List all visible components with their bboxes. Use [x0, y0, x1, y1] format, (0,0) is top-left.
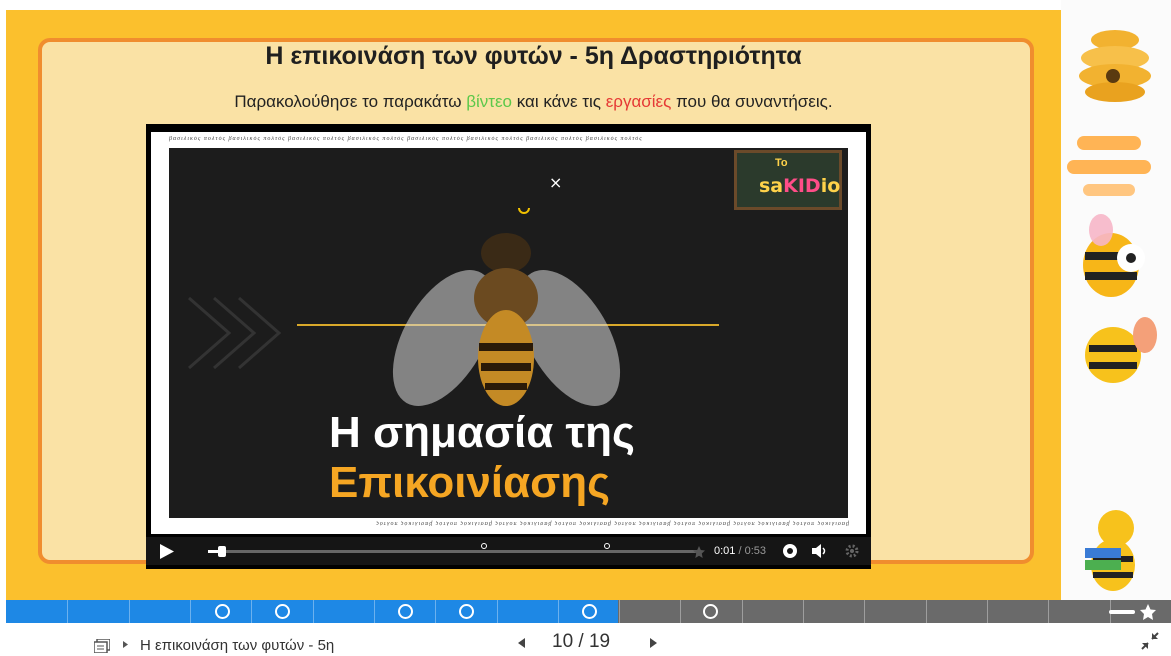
progress-segment-divider [251, 600, 252, 623]
progress-segment-divider [680, 600, 681, 623]
logo-part: io [820, 175, 841, 197]
svg-text:×: × [549, 173, 562, 192]
border-pattern-top: βασιλικός πολτός βασιλικός πολτός βασιλι… [169, 136, 643, 142]
bee-character-icon [1085, 317, 1157, 383]
activity-marker[interactable] [459, 604, 474, 619]
video-frame: βασιλικός πολτός βασιλικός πολτός βασιλι… [151, 132, 866, 534]
page-separator: / [578, 631, 584, 652]
bee-character-icon [1083, 214, 1145, 297]
volume-icon[interactable] [812, 544, 828, 558]
video-screen[interactable]: × To saKIDio Η σημασία της Επικοινίασης [169, 148, 848, 518]
breadcrumb[interactable]: Η επικοινάση των φυτών - 5η [140, 637, 334, 654]
exit-fullscreen-icon[interactable] [1140, 631, 1160, 651]
instruction-text: που θα συναντήσεις. [671, 92, 833, 111]
activity-marker[interactable] [582, 604, 597, 619]
seek-played [208, 550, 218, 553]
activity-marker[interactable] [215, 604, 230, 619]
progress-segment-divider [497, 600, 498, 623]
slide-title: Η επικοινάση των φυτών - 5η Δραστηριότητ… [265, 42, 802, 70]
activity-marker[interactable] [275, 604, 290, 619]
progress-segment-divider [1048, 600, 1049, 623]
progress-bar[interactable] [6, 600, 1171, 623]
slide-instruction: Παρακολούθησε το παρακάτω βίντεο και κάν… [6, 92, 1061, 112]
settings-gear-icon[interactable] [845, 544, 859, 558]
logo-text: saKIDio [759, 175, 840, 197]
duration: / 0:53 [735, 545, 766, 557]
instruction-text: και κάνε τις [512, 92, 606, 111]
sidebar [1061, 0, 1171, 600]
cue-point-marker[interactable] [604, 543, 610, 549]
progress-fill [6, 600, 618, 623]
progress-segment-divider [374, 600, 375, 623]
progress-segment-divider [313, 600, 314, 623]
tasks-link[interactable]: εργασίες [606, 92, 672, 111]
logo-part: sa [759, 175, 784, 197]
menu-icon [1067, 136, 1151, 196]
activity-marker[interactable] [703, 604, 718, 619]
play-icon[interactable] [160, 544, 174, 559]
chevron-right-icon [123, 641, 128, 648]
current-time: 0:01 [714, 545, 736, 557]
video-heading: Η σημασία της [329, 408, 635, 457]
progress-segment-divider [190, 600, 191, 623]
seek-bar[interactable] [208, 543, 698, 557]
logo-to-text: To [775, 157, 788, 169]
video-heading-highlight: Επικοινίασης [329, 458, 611, 507]
next-slide-icon[interactable] [650, 638, 657, 648]
progress-segment-divider [67, 600, 68, 623]
progress-segment-divider [435, 600, 436, 623]
progress-segment-divider [987, 600, 988, 623]
quality-icon[interactable] [782, 543, 798, 559]
cue-point-marker[interactable] [481, 543, 487, 549]
star-icon[interactable] [693, 546, 705, 558]
progress-segment-divider [558, 600, 559, 623]
star-icon[interactable] [1109, 604, 1159, 620]
video-controls: 0:01 / 0:53 [146, 537, 871, 565]
page-indicator: 10 / 19 [552, 631, 610, 653]
bee-reading-icon [1085, 510, 1135, 591]
page-total: 19 [588, 631, 611, 652]
previous-slide-icon[interactable] [518, 638, 525, 648]
video-player[interactable]: βασιλικός πολτός βασιλικός πολτός βασιλι… [146, 124, 871, 569]
slides-list-icon[interactable] [94, 639, 110, 653]
progress-segment-divider [864, 600, 865, 623]
border-pattern-bottom: βασιλικός πολτός βασιλικός πολτός βασιλι… [375, 520, 849, 526]
page-current: 10 [552, 631, 574, 652]
bottom-bar: Η επικοινάση των φυτών - 5η 10 / 19 [0, 623, 1171, 656]
progress-segment-divider [926, 600, 927, 623]
video-link[interactable]: βίντεο [466, 92, 512, 111]
progress-segment-divider [619, 600, 620, 623]
progress-segment-divider [742, 600, 743, 623]
activity-marker[interactable] [398, 604, 413, 619]
progress-segment-divider [803, 600, 804, 623]
sidebar-decorations [1067, 30, 1157, 591]
beehive-icon [1079, 30, 1151, 102]
seek-handle[interactable] [217, 546, 226, 557]
instruction-text: Παρακολούθησε το παρακάτω [234, 92, 467, 111]
channel-logo: To saKIDio [734, 150, 842, 210]
progress-segment-divider [129, 600, 130, 623]
time-display: 0:01 / 0:53 [714, 545, 766, 557]
logo-part: KID [783, 175, 821, 197]
